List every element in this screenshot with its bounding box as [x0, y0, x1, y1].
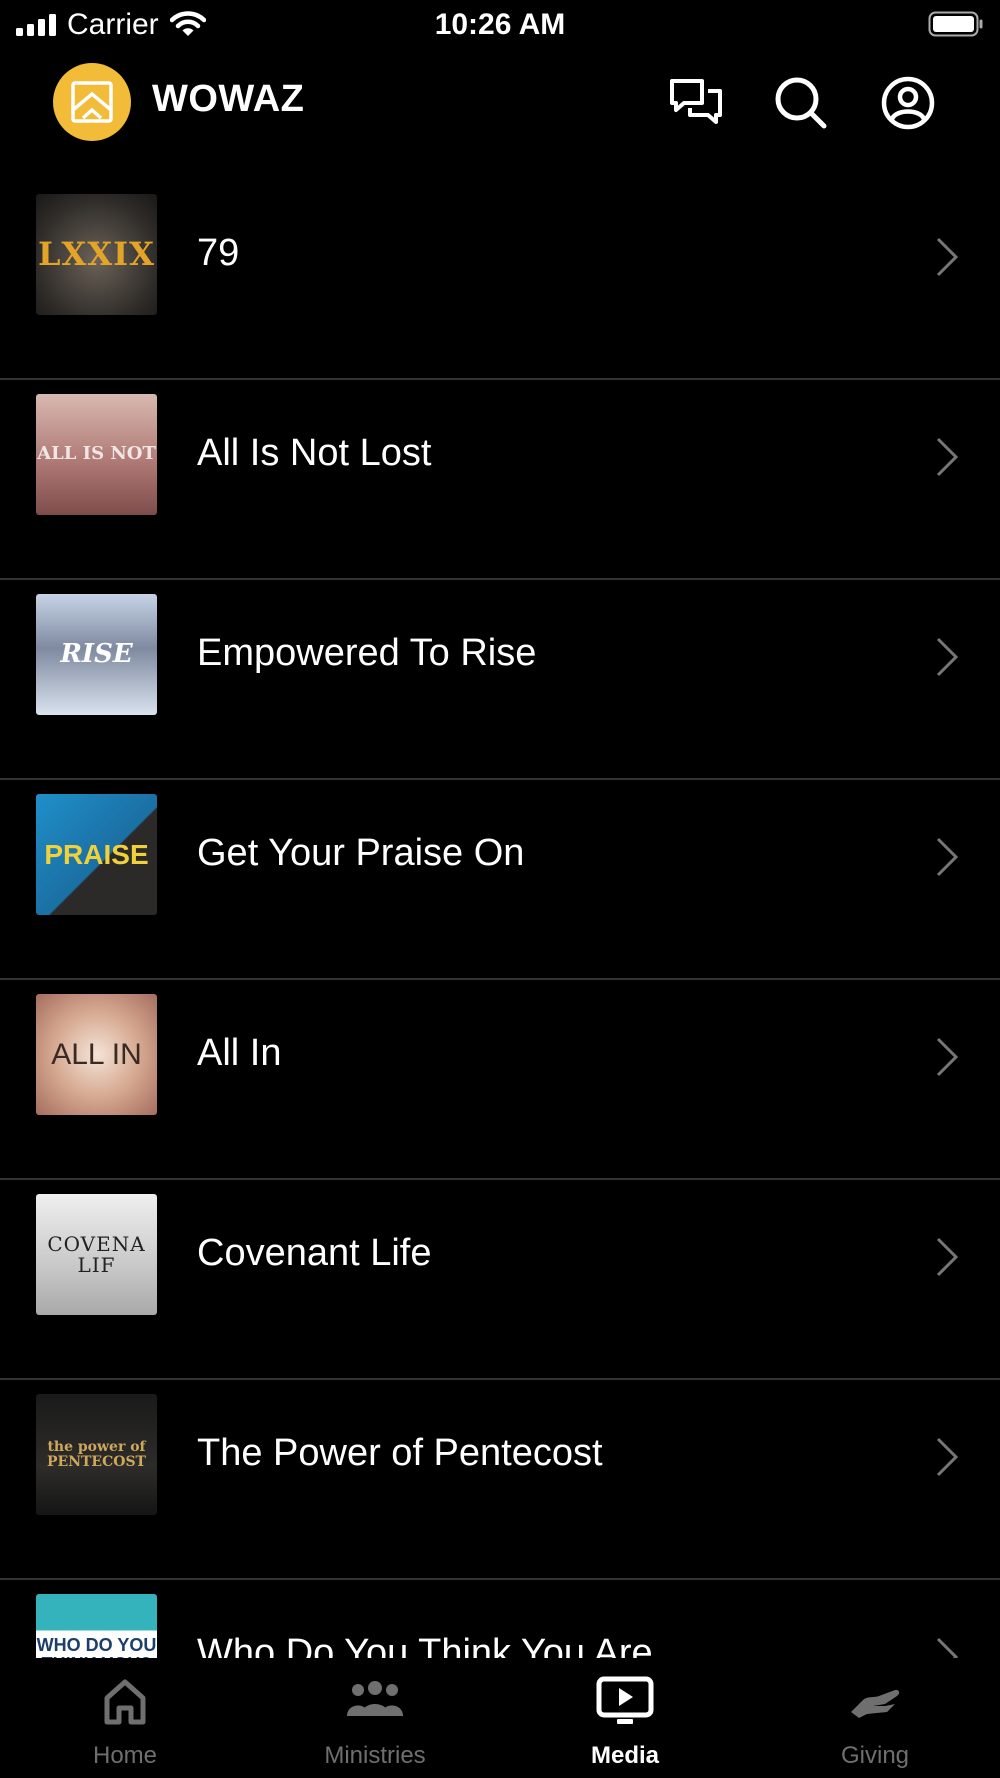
profile-icon: [881, 76, 935, 130]
series-title: All In: [197, 1032, 282, 1074]
series-thumbnail: the power of PENTECOST: [36, 1394, 157, 1515]
media-series-list: LXXIX 79 ALL IS NOT All Is Not Lost RISE…: [0, 180, 1000, 1658]
thumbnail-art-text: ALL IS NOT: [37, 443, 156, 465]
search-icon: [775, 77, 827, 129]
tab-label: Media: [590, 1742, 659, 1769]
giving-hand-icon: [851, 1689, 900, 1718]
chevron-right-icon: [936, 1637, 959, 1658]
media-play-icon: [596, 1676, 654, 1724]
thumbnail-art-text: the power of PENTECOST: [47, 1438, 146, 1470]
chevron-right-icon: [936, 837, 959, 877]
series-thumbnail: ALL IN: [36, 994, 157, 1115]
series-title: Empowered To Rise: [197, 632, 537, 674]
list-item[interactable]: ALL IS NOT All Is Not Lost: [0, 380, 1000, 580]
series-thumbnail: PRAISE: [36, 794, 157, 915]
series-thumbnail: LXXIX: [36, 194, 157, 315]
series-title: Get Your Praise On: [197, 832, 525, 874]
app-header: WOWAZ: [0, 50, 1000, 180]
series-thumbnail: WHO DO YOU THINK YOU?: [36, 1594, 157, 1658]
list-item[interactable]: COVENA LIF Covenant Life: [0, 1180, 1000, 1380]
chevron-right-icon: [936, 637, 959, 677]
chevron-right-icon: [936, 1037, 959, 1077]
list-item[interactable]: WHO DO YOU THINK YOU? Who Do You Think Y…: [0, 1580, 1000, 1658]
search-button[interactable]: [773, 75, 829, 131]
series-thumbnail: ALL IS NOT: [36, 394, 157, 515]
status-bar: Carrier 10:26 AM: [0, 0, 1000, 50]
thumbnail-art-text: COVENA LIF: [47, 1231, 146, 1277]
thumbnail-art-text: ALL IN: [51, 1037, 142, 1071]
series-thumbnail: COVENA LIF: [36, 1194, 157, 1315]
battery-icon: [928, 11, 983, 37]
list-item[interactable]: RISE Empowered To Rise: [0, 580, 1000, 780]
series-title: Covenant Life: [197, 1232, 432, 1274]
chat-icon: [670, 79, 722, 124]
tab-label: Ministries: [324, 1742, 426, 1769]
tab-media[interactable]: Media: [500, 1658, 750, 1778]
clock: 10:26 AM: [434, 8, 566, 41]
thumbnail-art-text: RISE: [60, 638, 133, 669]
thumbnail-art-text: PRAISE: [44, 838, 149, 870]
thumbnail-art-text: LXXIX: [38, 234, 155, 273]
thumbnail-art-text: WHO DO YOU THINK YOU?: [36, 1634, 157, 1658]
series-title: 79: [197, 232, 240, 274]
series-title: Who Do You Think You Are: [197, 1632, 653, 1658]
list-item[interactable]: PRAISE Get Your Praise On: [0, 780, 1000, 980]
chevron-right-icon: [936, 237, 959, 277]
series-thumbnail: RISE: [36, 594, 157, 715]
tab-giving[interactable]: Giving: [750, 1658, 1000, 1778]
app-title: WOWAZ: [152, 78, 305, 120]
chevron-right-icon: [936, 437, 959, 477]
chat-button[interactable]: [668, 75, 724, 131]
people-icon: [347, 1681, 403, 1716]
app-logo[interactable]: [53, 63, 131, 141]
series-title: All Is Not Lost: [197, 432, 432, 474]
bottom-tab-bar: Home Ministries Media Giving: [0, 1658, 1000, 1778]
tab-label: Giving: [840, 1742, 910, 1769]
series-title: The Power of Pentecost: [197, 1432, 603, 1474]
list-item[interactable]: ALL IN All In: [0, 980, 1000, 1180]
chevron-right-icon: [936, 1437, 959, 1477]
list-item[interactable]: LXXIX 79: [0, 180, 1000, 380]
logo-mark-icon: [71, 81, 113, 123]
tab-ministries[interactable]: Ministries: [250, 1658, 500, 1778]
list-item[interactable]: the power of PENTECOST The Power of Pent…: [0, 1380, 1000, 1580]
chevron-right-icon: [936, 1237, 959, 1277]
tab-label: Home: [92, 1742, 158, 1769]
tab-home[interactable]: Home: [0, 1658, 250, 1778]
profile-button[interactable]: [880, 75, 936, 131]
home-icon: [104, 1679, 146, 1725]
